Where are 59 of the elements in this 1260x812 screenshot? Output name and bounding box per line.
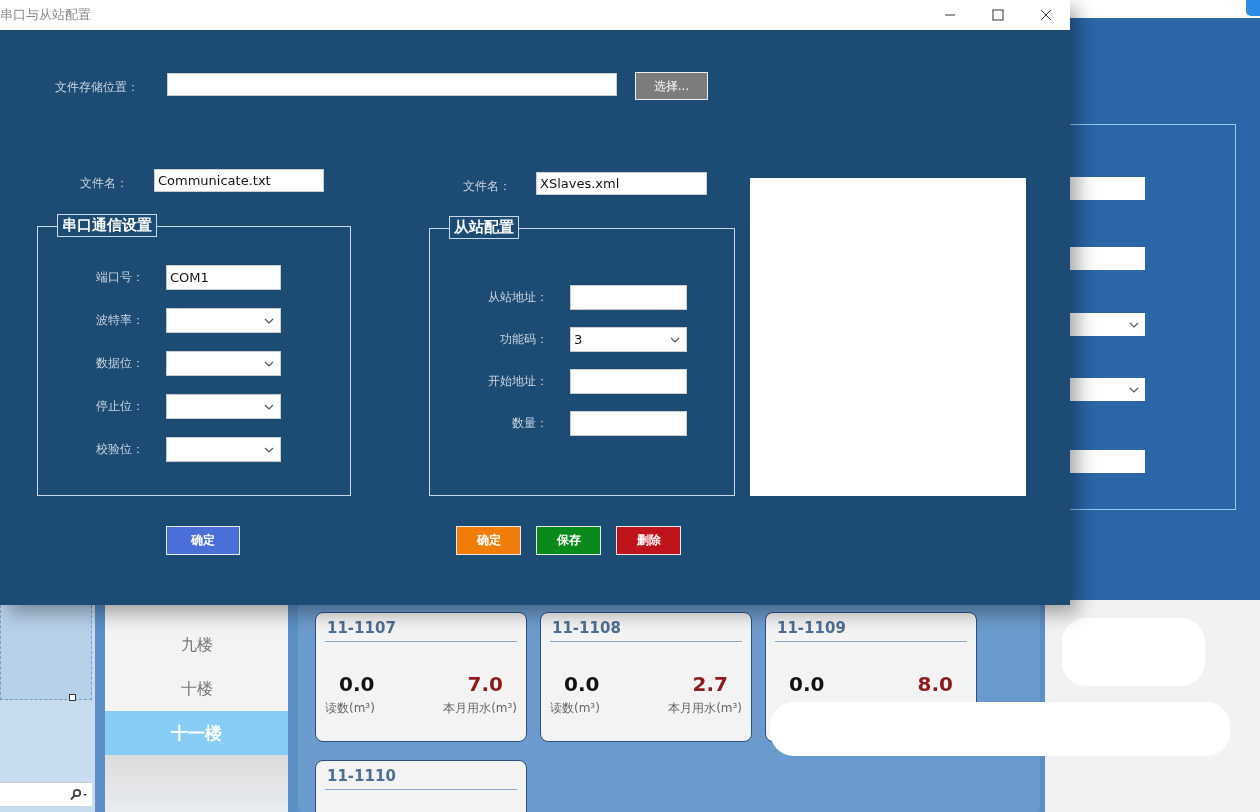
field-label: 校验位： bbox=[95, 441, 144, 458]
search-icon bbox=[68, 788, 88, 801]
search-field[interactable] bbox=[0, 782, 92, 806]
reading-value: 0.0 bbox=[789, 672, 825, 696]
field-label: 停止位： bbox=[95, 398, 144, 415]
chevron-down-icon bbox=[264, 317, 274, 324]
field-label: 端口号： bbox=[95, 269, 144, 286]
field-label: 文件名： bbox=[463, 178, 511, 195]
meter-title: 11-1107 bbox=[325, 619, 517, 642]
dropdown[interactable]: 3 bbox=[570, 327, 687, 352]
text-field[interactable]: XSlaves.xml bbox=[536, 172, 707, 195]
window-title: 串口与从站配置 bbox=[0, 6, 91, 24]
action-button[interactable]: 保存 bbox=[536, 526, 601, 555]
field-label: 文件名： bbox=[80, 175, 128, 192]
group-title: 串口通信设置 bbox=[57, 214, 157, 237]
meter-card[interactable]: 11-1108 0.0 2.7 读数(m³) 本月用水(m³) bbox=[540, 612, 752, 742]
reading-label: 读数(m³) bbox=[550, 700, 600, 717]
text-field[interactable] bbox=[570, 369, 687, 394]
chevron-down-icon bbox=[1129, 386, 1139, 393]
field-label: 从站地址： bbox=[487, 289, 548, 306]
usage-value: 8.0 bbox=[917, 672, 953, 696]
group-title: 从站配置 bbox=[449, 216, 519, 239]
text-field[interactable]: Communicate.txt bbox=[154, 169, 324, 192]
chevron-down-icon bbox=[264, 360, 274, 367]
text-field[interactable] bbox=[570, 411, 687, 436]
meter-title: 11-1109 bbox=[775, 619, 967, 642]
meter-card[interactable]: 11-1110 bbox=[315, 760, 527, 812]
app-icon[interactable] bbox=[1246, 0, 1260, 16]
maximize-icon[interactable] bbox=[992, 9, 1004, 21]
close-icon[interactable] bbox=[1040, 9, 1052, 21]
reading-value: 0.0 bbox=[339, 672, 375, 696]
field-label: 功能码： bbox=[499, 331, 548, 348]
chevron-down-icon bbox=[1129, 321, 1139, 328]
text-field[interactable]: COM1 bbox=[166, 265, 281, 290]
path-field[interactable] bbox=[167, 73, 617, 96]
resize-handle[interactable] bbox=[69, 694, 76, 701]
floor-item[interactable]: 十楼 bbox=[105, 667, 288, 711]
action-button[interactable]: 确定 bbox=[166, 526, 240, 555]
usage-label: 本月用水(m³) bbox=[668, 700, 742, 717]
floor-item[interactable]: 九楼 bbox=[105, 623, 288, 667]
field-label: 文件存储位置： bbox=[55, 79, 139, 96]
usage-value: 7.0 bbox=[467, 672, 503, 696]
action-button[interactable]: 删除 bbox=[616, 526, 681, 555]
text-field[interactable] bbox=[570, 285, 687, 310]
usage-label: 本月用水(m³) bbox=[443, 700, 517, 717]
meter-card[interactable]: 11-1107 0.0 7.0 读数(m³) 本月用水(m³) bbox=[315, 612, 527, 742]
chevron-down-icon bbox=[264, 446, 274, 453]
reading-label: 读数(m³) bbox=[325, 700, 375, 717]
meter-title: 11-1110 bbox=[325, 767, 517, 790]
meter-title: 11-1108 bbox=[550, 619, 742, 642]
field-label: 开始地址： bbox=[487, 373, 548, 390]
field-label: 数量： bbox=[511, 415, 548, 432]
field-label: 波特率： bbox=[95, 312, 144, 329]
usage-value: 2.7 bbox=[692, 672, 728, 696]
chevron-down-icon bbox=[264, 403, 274, 410]
browse-button[interactable]: 选择... bbox=[635, 72, 708, 100]
field-label: 数据位： bbox=[95, 355, 144, 372]
chevron-down-icon bbox=[670, 336, 680, 343]
reading-value: 0.0 bbox=[564, 672, 600, 696]
